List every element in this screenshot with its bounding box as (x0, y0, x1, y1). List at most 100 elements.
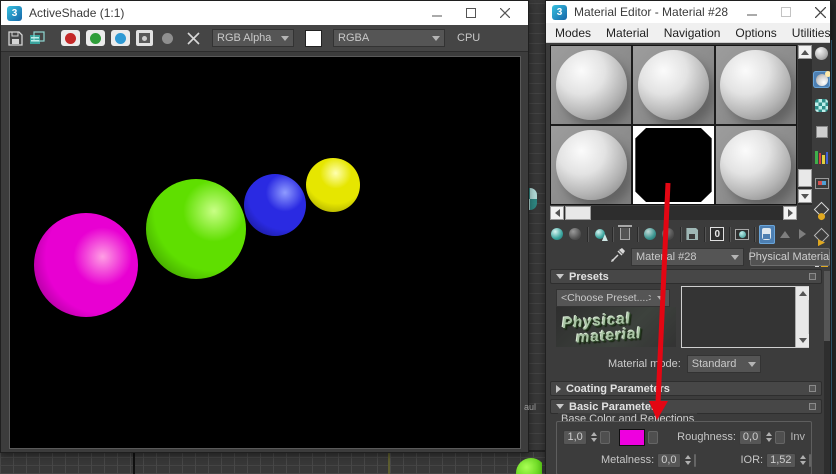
base-weight-map-button[interactable] (600, 430, 611, 444)
green-channel-icon[interactable] (86, 30, 105, 46)
material-type-button[interactable]: Physical Material (748, 248, 830, 266)
scroll-left-icon[interactable] (550, 206, 564, 220)
metalness-field[interactable]: 0,0 (657, 452, 681, 468)
backlight-icon[interactable] (813, 70, 830, 88)
show-shaded-material-icon[interactable] (734, 225, 750, 244)
minimize-icon[interactable] (420, 2, 454, 24)
choose-preset-dropdown[interactable]: <Choose Preset....> (556, 289, 670, 307)
maximize-icon[interactable] (769, 1, 803, 23)
sample-slot[interactable] (551, 46, 632, 124)
spinner-arrows[interactable] (799, 455, 806, 465)
spinner-arrows[interactable] (684, 455, 691, 465)
scroll-up-icon[interactable] (796, 287, 809, 300)
material-id-channel-icon[interactable]: 0 (709, 225, 725, 244)
horizontal-scroll-thumb[interactable] (565, 206, 591, 220)
channel-mode-dropdown[interactable]: RGB Alpha (212, 29, 294, 47)
sample-slot[interactable] (551, 126, 632, 204)
chevron-down-icon (281, 35, 289, 41)
sample-options-toolbar (813, 45, 830, 270)
pick-material-icon[interactable] (610, 247, 625, 268)
sample-slot[interactable] (715, 46, 796, 124)
close-icon[interactable] (488, 2, 522, 24)
menu-options[interactable]: Options (735, 26, 776, 40)
magenta-sphere (34, 213, 138, 317)
make-preview-icon[interactable] (813, 175, 830, 192)
get-material-icon[interactable] (549, 225, 565, 244)
maximize-icon[interactable] (454, 2, 488, 24)
preset-description-box[interactable] (681, 286, 809, 348)
save-icon[interactable] (8, 30, 23, 46)
scroll-down-icon[interactable] (796, 334, 809, 347)
pin-icon[interactable] (809, 385, 816, 392)
video-color-check-icon[interactable] (813, 149, 830, 166)
background-icon[interactable] (813, 97, 830, 114)
base-weight-field[interactable]: 1,0 (563, 429, 588, 445)
sample-sphere (555, 49, 627, 121)
menu-modes[interactable]: Modes (555, 26, 591, 40)
render-viewport (9, 56, 521, 449)
rollout-open-icon (556, 274, 564, 279)
put-material-to-scene-icon[interactable] (567, 225, 583, 244)
spinner-arrows[interactable] (766, 432, 773, 442)
menu-utilities[interactable]: Utilities (792, 26, 831, 40)
roughness-map-button[interactable] (775, 430, 786, 444)
pin-icon[interactable] (809, 273, 816, 280)
options-icon[interactable] (813, 201, 830, 221)
base-color-swatch[interactable] (619, 428, 646, 446)
reset-map-icon[interactable] (617, 225, 633, 244)
go-to-parent-icon[interactable] (777, 225, 793, 244)
scroll-up-icon[interactable] (798, 45, 812, 59)
activeshade-titlebar[interactable]: 3 ActiveShade (1:1) (1, 1, 528, 25)
background-color-swatch[interactable] (305, 29, 322, 47)
panel-scrollbar[interactable] (824, 271, 830, 474)
desktop: aul 3 ActiveShade (1:1) RGB Alpha RGBA C… (0, 0, 836, 474)
roughness-field[interactable]: 0,0 (738, 429, 763, 445)
grid-accent-line (388, 452, 390, 474)
roughness-invert-button[interactable]: Inv (788, 431, 807, 443)
assign-material-to-selection-icon[interactable] (592, 225, 608, 244)
chevron-down-icon (747, 361, 756, 367)
sample-slot-selected[interactable] (633, 126, 714, 204)
panel-scroll-thumb[interactable] (824, 271, 830, 341)
pin-icon[interactable] (809, 403, 816, 410)
material-name-dropdown[interactable]: Material #28 (631, 248, 744, 266)
scroll-down-icon[interactable] (798, 189, 812, 203)
minimize-icon[interactable] (735, 1, 769, 23)
material-editor-titlebar[interactable]: 3 Material Editor - Material #28 (546, 1, 830, 23)
go-forward-sibling-icon[interactable] (795, 225, 811, 244)
display-mode-dropdown[interactable]: RGBA (333, 29, 445, 47)
show-end-result-icon[interactable] (758, 224, 775, 244)
make-unique-icon[interactable] (660, 225, 676, 244)
select-by-material-icon[interactable] (813, 227, 830, 244)
material-mode-row: Material mode: Standard (546, 355, 830, 373)
blue-channel-icon[interactable] (111, 30, 130, 46)
material-mode-dropdown[interactable]: Standard (686, 355, 761, 373)
menu-navigation[interactable]: Navigation (664, 26, 721, 40)
alpha-channel-icon[interactable] (136, 30, 153, 46)
close-icon[interactable] (803, 1, 836, 23)
menu-material[interactable]: Material (606, 26, 649, 40)
rollout-coating-parameters[interactable]: Coating Parameters (550, 381, 822, 396)
spinner-arrows[interactable] (591, 432, 598, 442)
preset-list-scrollbar[interactable] (795, 287, 809, 347)
clone-icon[interactable] (29, 31, 45, 45)
put-to-library-icon[interactable] (684, 225, 700, 244)
base-color-map-button[interactable] (648, 430, 659, 444)
sample-type-icon[interactable] (813, 45, 830, 62)
ior-field[interactable]: 1,52 (766, 452, 796, 468)
make-material-copy-icon[interactable] (642, 225, 658, 244)
rollout-presets[interactable]: Presets (550, 269, 822, 284)
scroll-right-icon[interactable] (783, 206, 797, 220)
sample-slot[interactable] (715, 126, 796, 204)
ior-map-button[interactable] (808, 453, 811, 467)
monochrome-icon[interactable] (162, 32, 173, 44)
rollout-basic-parameters[interactable]: Basic Parameters (550, 399, 822, 414)
sample-uv-tiling-icon[interactable] (813, 123, 830, 140)
chevron-down-icon (657, 295, 665, 301)
metalness-map-button[interactable] (693, 453, 696, 467)
sample-slot[interactable] (633, 46, 714, 124)
clear-icon[interactable] (187, 31, 200, 45)
vertical-scroll-thumb[interactable] (798, 169, 812, 187)
red-channel-icon[interactable] (61, 30, 80, 46)
roughness-label: Roughness: (677, 431, 736, 443)
